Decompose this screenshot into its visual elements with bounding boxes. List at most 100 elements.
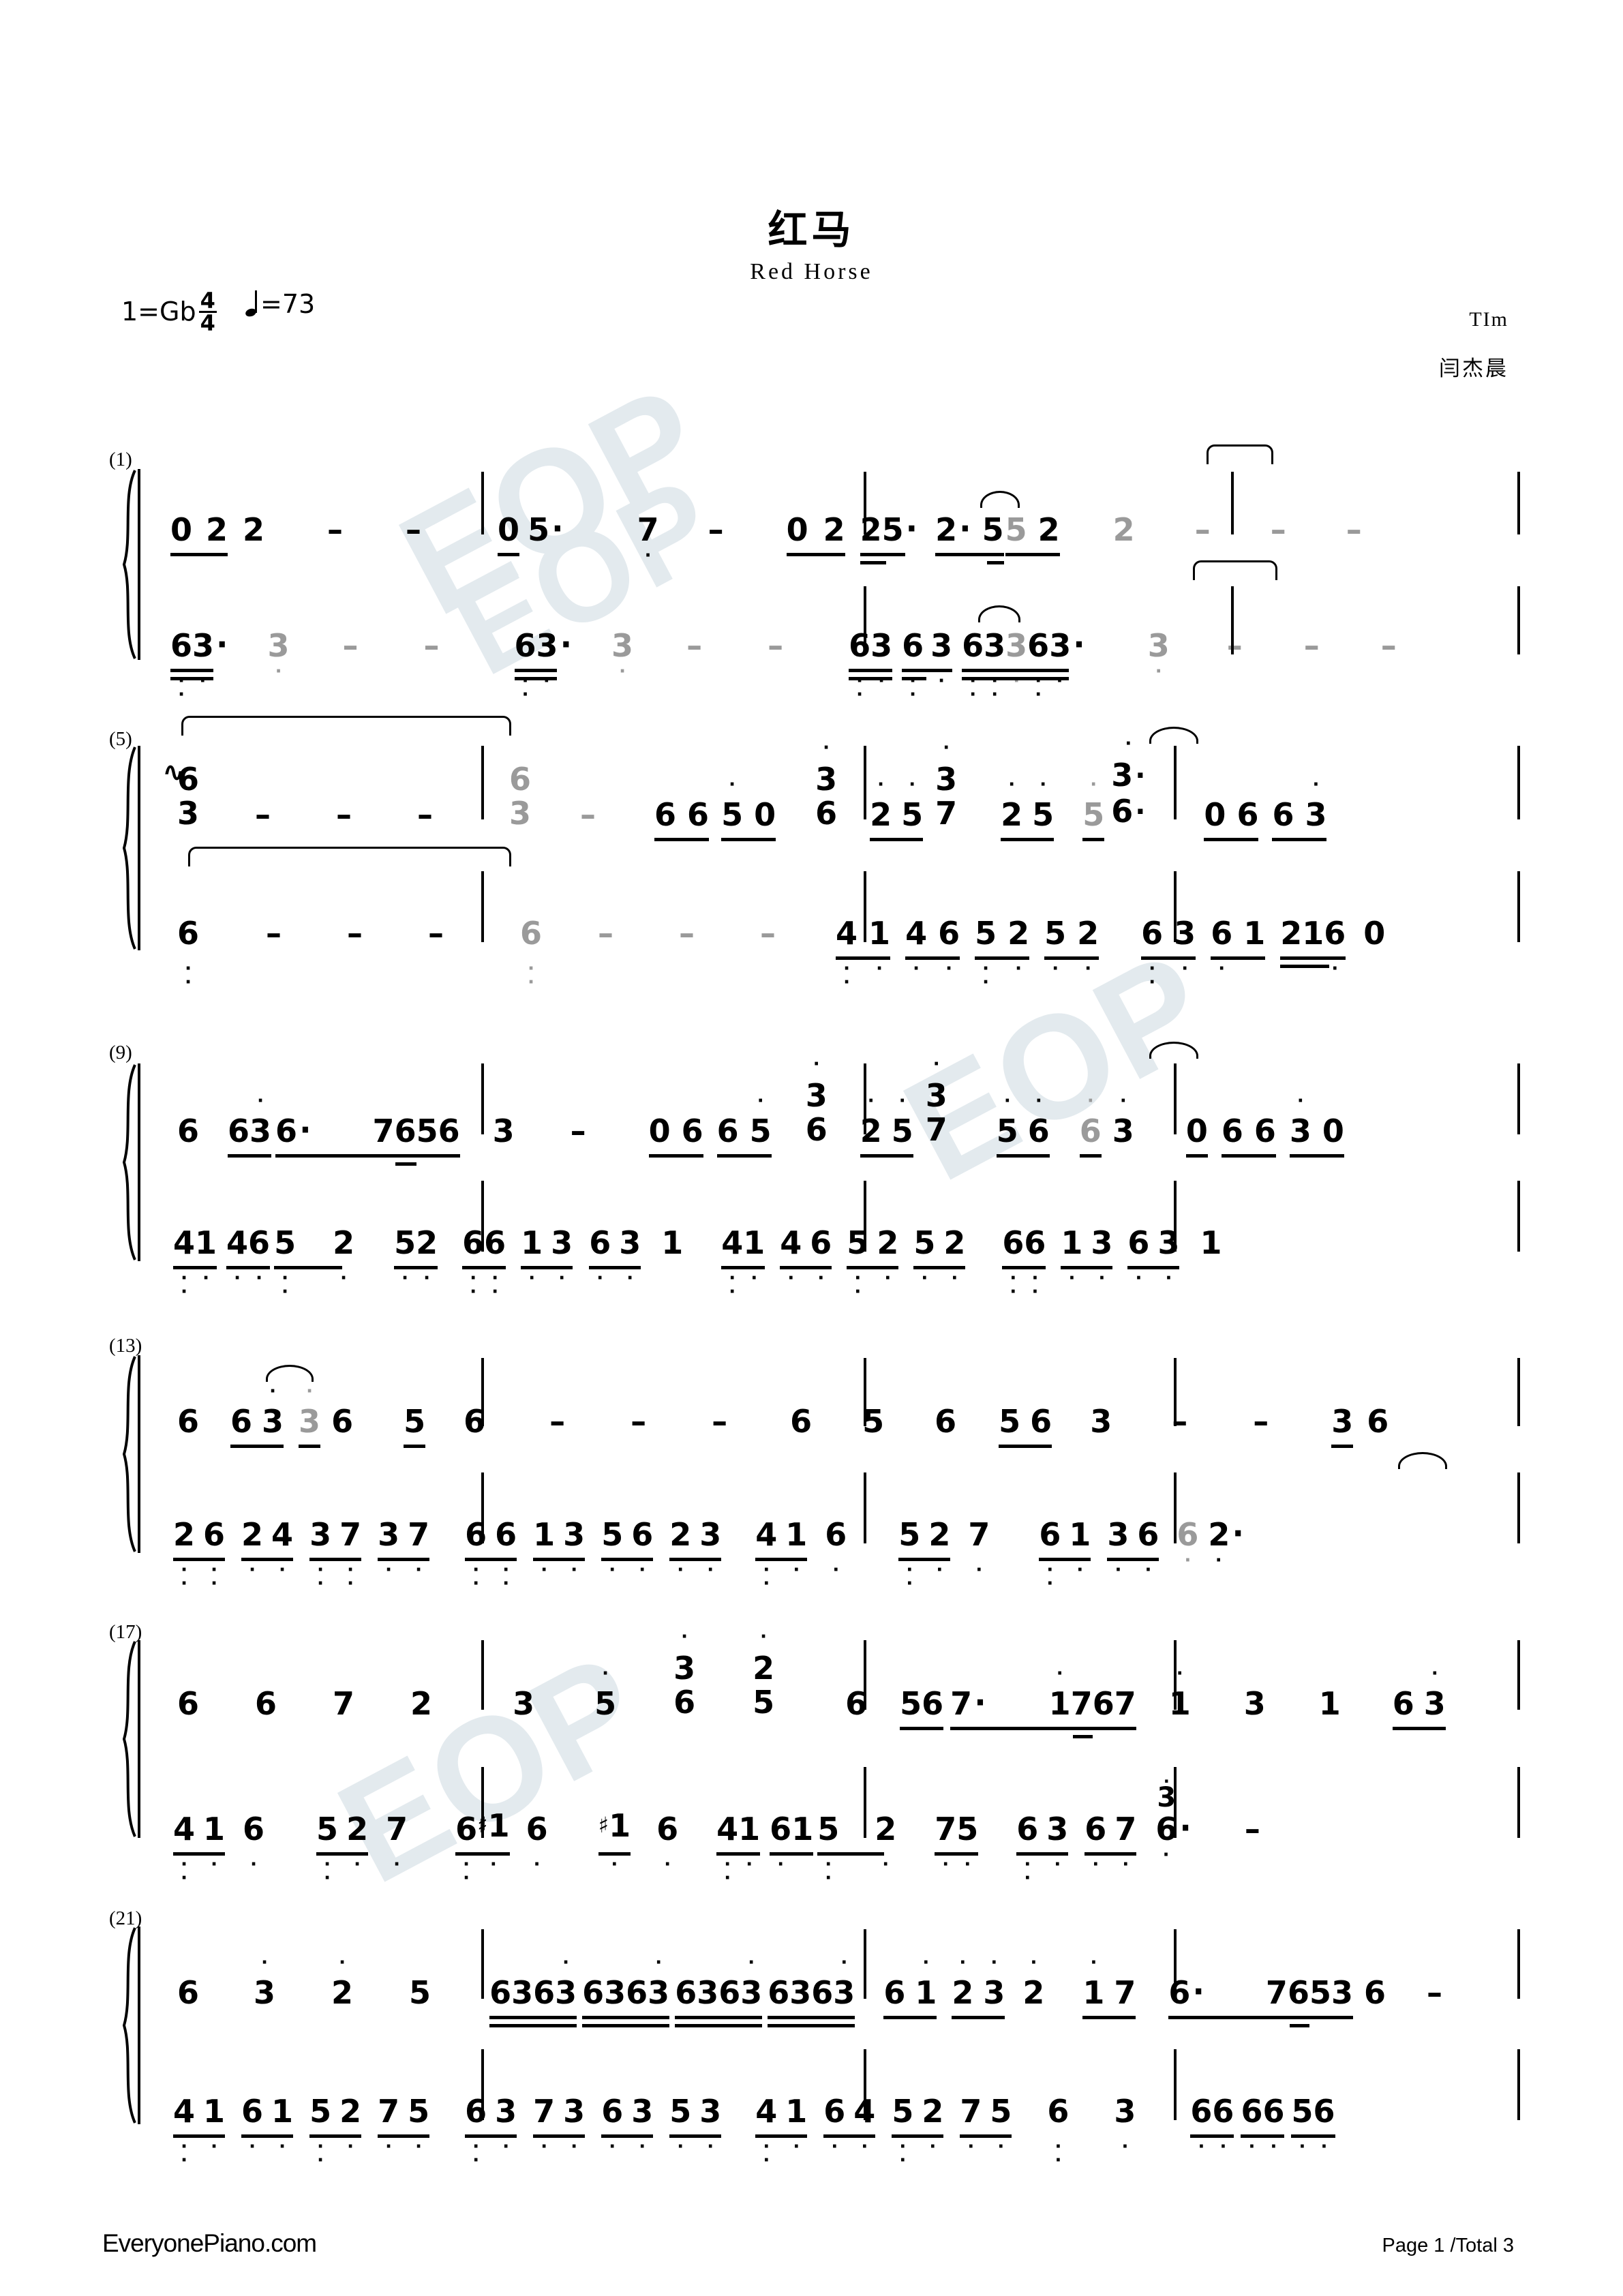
note: 6 <box>922 1685 944 1722</box>
octave-dot-high: · <box>306 1381 313 1402</box>
beam <box>241 2134 294 2138</box>
beam <box>935 553 1004 556</box>
note-group: 4 · · 1 · <box>721 1227 765 1301</box>
note-group: 6 · 3 · <box>601 2093 654 2157</box>
measure-number-9: (9) <box>109 1042 132 1063</box>
note: 6 · · <box>962 627 984 705</box>
note-group: 6 6 <box>654 796 710 841</box>
note-group: 6 · · 3 · <box>849 630 893 704</box>
octave-dot-low: · <box>843 958 850 979</box>
beam <box>962 677 1006 680</box>
note: 3 <box>604 1974 626 2011</box>
note: 3 · <box>631 2093 654 2157</box>
note: 7 <box>372 1113 395 1149</box>
note-group: 7 · 5 · <box>935 1813 979 1873</box>
note: 6 <box>675 1974 697 2011</box>
note: 3 · <box>619 1224 641 1288</box>
beam <box>378 2134 430 2138</box>
octave-dot-low: · <box>211 1560 217 1580</box>
note: 2· <box>943 1224 966 1288</box>
note: ♯1· <box>598 1807 631 1875</box>
beam <box>669 1558 722 1561</box>
note: 7 <box>333 1685 355 1722</box>
duration-dash: – <box>417 796 434 833</box>
octave-dot-low: · <box>385 1560 393 1580</box>
octave-dot-low: · <box>423 1268 431 1288</box>
octave-dot-low: · <box>1052 958 1059 979</box>
duration-dash: – <box>580 796 596 833</box>
octave-dot-low2: · <box>317 2150 324 2171</box>
octave-dot-low2: · <box>763 2150 770 2171</box>
octave-dot-high: · <box>748 1952 755 1973</box>
octave-dot-low2: · <box>825 1868 832 1888</box>
duration-dash: – <box>1380 627 1397 664</box>
octave-dot-low: · <box>1248 2136 1256 2157</box>
octave-dot-low2: · <box>1031 1282 1039 1302</box>
octave-dot-low: · <box>533 1854 541 1875</box>
octave-dot-low: · <box>393 1854 401 1875</box>
octave-dot-low2: · <box>906 1573 913 1594</box>
note-group: 6· 7 6 <box>275 1113 416 1166</box>
note: 6 <box>228 1113 250 1149</box>
octave-dot-low2: · <box>1035 684 1042 705</box>
barline <box>1517 1767 1520 1838</box>
note: 6 <box>687 796 710 833</box>
note-tied: 6 · <box>1177 1516 1199 1571</box>
octave-dot-low: · <box>1155 661 1162 682</box>
note: 5· <box>721 774 744 833</box>
note: 7 <box>1265 1974 1288 2011</box>
beam <box>900 1727 944 1730</box>
octave-dot-low: · <box>929 2136 937 2157</box>
note-group: 5 · · 2 · <box>309 2093 362 2169</box>
note: 6 <box>177 1974 200 2011</box>
octave-dot-low: · <box>626 1268 634 1288</box>
note-group: 6 · 1 <box>770 1813 814 1873</box>
note: 6· <box>1127 1224 1150 1288</box>
note: 2 <box>206 511 228 548</box>
note: 3 · <box>378 1516 400 1580</box>
system-3: (9) 6 6 3 · 6· 7 6 5 6 3 – 0 6 6 5 · 3 ·… <box>102 1042 1523 1301</box>
note: 1 · <box>1048 1663 1071 1722</box>
system-left-barline <box>138 469 140 660</box>
note: 1 · <box>785 2093 808 2157</box>
note: 1 <box>661 1224 684 1261</box>
augmentation-dot: · <box>1073 626 1085 663</box>
barline <box>481 1181 484 1252</box>
octave-dot-low: · <box>1068 1268 1076 1288</box>
beam <box>1290 2024 1309 2027</box>
octave-dot-low: · <box>202 1268 209 1288</box>
note: 0 <box>1185 1113 1208 1149</box>
octave-dot-low: · <box>282 1268 289 1288</box>
barline <box>864 1640 866 1710</box>
beam <box>489 2024 577 2027</box>
octave-dot-low: · <box>250 1854 257 1875</box>
note: 6· <box>1313 2093 1335 2157</box>
octave-dot-low: · <box>1198 2136 1205 2157</box>
system-left-barline <box>138 1063 140 1261</box>
note: 2· <box>1077 915 1099 979</box>
octave-dot-low2: · <box>282 1282 289 1302</box>
octave-dot-low: · <box>317 1560 324 1580</box>
note-group: 2 · · 6 · · <box>173 1519 226 1592</box>
octave-dot-low2: · <box>463 1868 470 1888</box>
note-group: 5 6 <box>416 1115 460 1158</box>
beam <box>598 1852 631 1856</box>
note-group: 0 6 <box>648 1115 703 1158</box>
beam <box>1141 956 1196 960</box>
note: 5· <box>881 510 918 548</box>
barline <box>1231 472 1234 534</box>
duration-dash: – <box>679 915 695 952</box>
barline <box>864 2049 866 2120</box>
note: 2· <box>339 2093 362 2157</box>
barline <box>1517 1181 1520 1252</box>
note-group: 5 · 3 · <box>669 2096 722 2156</box>
octave-dot-low2: · <box>1046 1573 1054 1594</box>
note: 0 <box>170 511 193 548</box>
octave-dot-high: · <box>1176 1663 1183 1684</box>
note: 3 <box>513 1685 535 1722</box>
barline <box>864 746 866 819</box>
barline <box>864 1472 866 1543</box>
chord-note-lower: 6 <box>805 1111 828 1148</box>
beam <box>817 1852 885 1856</box>
beam <box>716 1852 761 1856</box>
